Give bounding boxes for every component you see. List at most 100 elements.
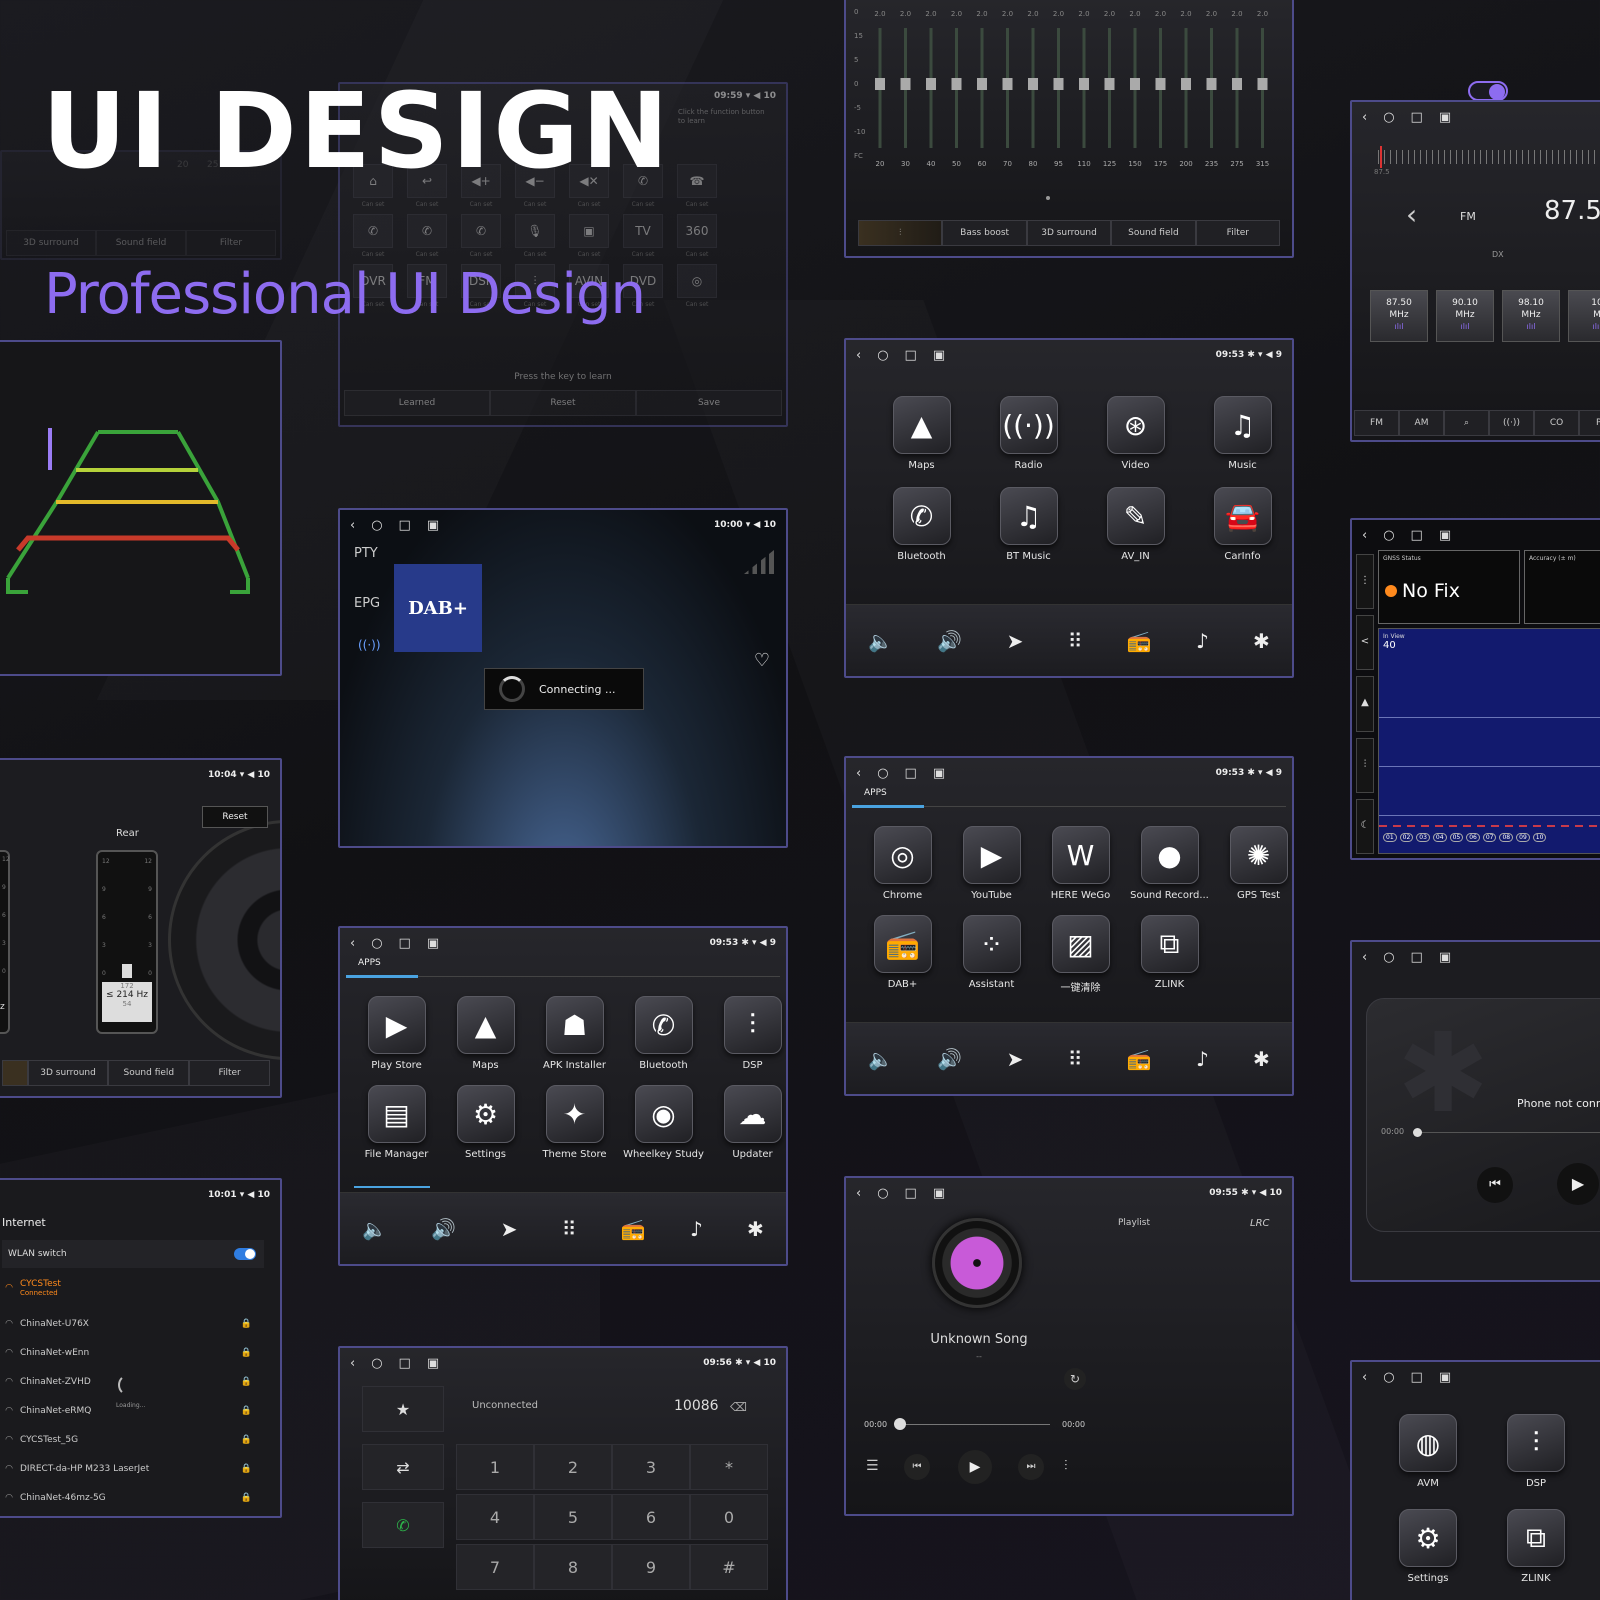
tab-apps[interactable]: APPS (864, 788, 887, 798)
app-zlink[interactable]: ⧉ ZLINK (1125, 915, 1214, 994)
learn-key[interactable]: ✆ Can set (400, 214, 454, 258)
playlist-icon[interactable]: ☰ (866, 1458, 879, 1474)
screen-icon[interactable]: ▣ (1439, 1370, 1451, 1385)
app-dab[interactable]: 📻 DAB+ (858, 915, 947, 994)
reset-button[interactable]: Reset (202, 806, 268, 828)
recents-icon[interactable]: □ (1411, 110, 1423, 125)
call-button[interactable]: ✆ (362, 1502, 444, 1548)
tab-3d-surround[interactable]: 3D surround (1026, 220, 1112, 246)
eq-thumb[interactable] (875, 78, 885, 90)
music-icon[interactable]: ♪ (1196, 629, 1209, 653)
equalizer-icon[interactable]: ⫶ (1064, 1458, 1068, 1474)
screen-icon[interactable]: ▣ (427, 936, 439, 951)
learn-key[interactable]: ☎ Can set (670, 164, 724, 208)
dial-key[interactable]: * (690, 1444, 768, 1490)
app-youtube[interactable]: ▶ YouTube (947, 826, 1036, 901)
eq-sliders[interactable]: 2.0 20 2.0 30 2.0 40 2.0 50 2.0 60 2.0 70 2.0 80 2.0 95… (870, 8, 1294, 168)
radio-icon[interactable]: 📻 (621, 1217, 646, 1241)
app-bt-music[interactable]: ♫ BT Music (975, 487, 1082, 562)
seek-back-icon[interactable]: ‹ (1406, 198, 1417, 231)
screen-icon[interactable]: ▣ (933, 766, 945, 781)
radio-tab[interactable]: ⌕ (1444, 410, 1489, 436)
dial-key[interactable]: 7 (456, 1544, 534, 1590)
dial-key[interactable]: 6 (612, 1494, 690, 1540)
dial-key[interactable]: 9 (612, 1544, 690, 1590)
wifi-network-row[interactable]: ◠ ChinaNet-wEnn 🔒 (0, 1339, 268, 1367)
music-icon[interactable]: ♪ (1196, 1047, 1209, 1071)
screen-icon[interactable]: ▣ (1439, 950, 1451, 965)
radio-tab[interactable]: CO (1534, 410, 1579, 436)
app-maps[interactable]: ▲ Maps (868, 396, 975, 471)
favorites-button[interactable]: ★ (362, 1386, 444, 1432)
home-icon[interactable]: ○ (1383, 528, 1394, 543)
back-icon[interactable]: ‹ (856, 1186, 861, 1201)
eq-thumb[interactable] (1002, 78, 1013, 90)
navigation-icon[interactable]: ▲ (1356, 676, 1374, 732)
play-button[interactable]: ▶ (958, 1450, 992, 1484)
eq-thumb[interactable] (1079, 78, 1089, 90)
back-icon[interactable]: ‹ (1362, 1370, 1367, 1385)
back-icon[interactable]: ‹ (1362, 110, 1367, 125)
app-maps[interactable]: ▲ Maps (441, 996, 530, 1071)
antenna-icon[interactable]: ⫶ (1356, 737, 1374, 793)
dial-key[interactable]: 0 (690, 1494, 768, 1540)
dial-key[interactable]: 2 (534, 1444, 612, 1490)
app-gps-test[interactable]: ✺ GPS Test (1214, 826, 1292, 901)
wifi-connected-row[interactable]: ◠ CYCSTest Connected (0, 1274, 268, 1302)
bluetooth-icon[interactable]: ✱ (1253, 1047, 1270, 1071)
volume-down-icon[interactable]: 🔈 (362, 1217, 387, 1241)
app-video[interactable]: ⊛ Video (1082, 396, 1189, 471)
moon-icon[interactable]: ☾ (1356, 798, 1374, 855)
tab-filter[interactable]: Filter (1195, 220, 1281, 246)
tile-zlink[interactable]: ⧉ ZLINK (1482, 1509, 1590, 1584)
volume-down-icon[interactable]: 🔈 (868, 1047, 893, 1071)
progress-knob[interactable] (1413, 1128, 1422, 1137)
epg-button[interactable]: EPG (354, 596, 380, 611)
home-icon[interactable]: ○ (1383, 950, 1394, 965)
bluetooth-icon[interactable]: ✱ (1253, 629, 1270, 653)
favorite-icon[interactable]: ♡ (754, 650, 770, 671)
tab-bass-boost[interactable]: Bass boost (942, 220, 1027, 246)
tab-3d-surround[interactable]: 3D surround (27, 1060, 109, 1086)
home-icon[interactable]: ○ (371, 518, 382, 533)
tab-filter[interactable]: Filter (189, 1060, 270, 1086)
volume-up-icon[interactable]: 🔊 (937, 629, 962, 653)
recents-icon[interactable]: □ (399, 936, 411, 951)
app-chrome[interactable]: ◎ Chrome (858, 826, 947, 901)
bluetooth-icon[interactable]: ✱ (747, 1217, 764, 1241)
screen-icon[interactable]: ▣ (1439, 110, 1451, 125)
eq-thumb[interactable] (1130, 78, 1140, 90)
home-icon[interactable]: ○ (877, 348, 888, 363)
eq-thumb[interactable] (900, 78, 911, 90)
preset-button[interactable]: 90.10 MHz ılıl (1436, 290, 1494, 342)
home-icon[interactable]: ○ (877, 766, 888, 781)
app-assistant[interactable]: ⁘ Assistant (947, 915, 1036, 994)
back-icon[interactable]: ‹ (1362, 950, 1367, 965)
backspace-icon[interactable]: ⌫ (730, 1400, 747, 1414)
save-button[interactable]: Save (636, 390, 782, 416)
back-icon[interactable]: ‹ (856, 766, 861, 781)
wlan-switch-row[interactable]: WLAN switch (2, 1240, 264, 1268)
learn-key[interactable]: TV Can set (616, 214, 670, 258)
learn-key[interactable]: ✆ Can set (454, 214, 508, 258)
screen-icon[interactable]: ▣ (1439, 528, 1451, 543)
recents-icon[interactable]: □ (399, 518, 411, 533)
learn-key[interactable]: ◎ Can set (670, 264, 724, 308)
app-settings[interactable]: ⚙ Settings (441, 1085, 530, 1160)
app-dsp[interactable]: ⫶ DSP (708, 996, 786, 1071)
screen-icon[interactable]: ▣ (933, 1186, 945, 1201)
repeat-button[interactable]: ↻ (1064, 1368, 1086, 1390)
app-apk-installer[interactable]: ☗ APK Installer (530, 996, 619, 1071)
reset-button[interactable]: Reset (490, 390, 636, 416)
volume-up-icon[interactable]: 🔊 (431, 1217, 456, 1241)
radio-tab[interactable]: PT (1579, 410, 1600, 436)
back-icon[interactable]: ‹ (1362, 528, 1367, 543)
music-icon[interactable]: ♪ (690, 1217, 703, 1241)
volume-up-icon[interactable]: 🔊 (937, 1047, 962, 1071)
home-icon[interactable]: ○ (1383, 1370, 1394, 1385)
eq-tab-eq[interactable]: ⫶ (858, 220, 943, 246)
app-music[interactable]: ♫ Music (1189, 396, 1292, 471)
back-icon[interactable]: ‹ (856, 348, 861, 363)
eq-thumb[interactable] (926, 78, 936, 90)
eq-thumb[interactable] (1181, 78, 1191, 90)
